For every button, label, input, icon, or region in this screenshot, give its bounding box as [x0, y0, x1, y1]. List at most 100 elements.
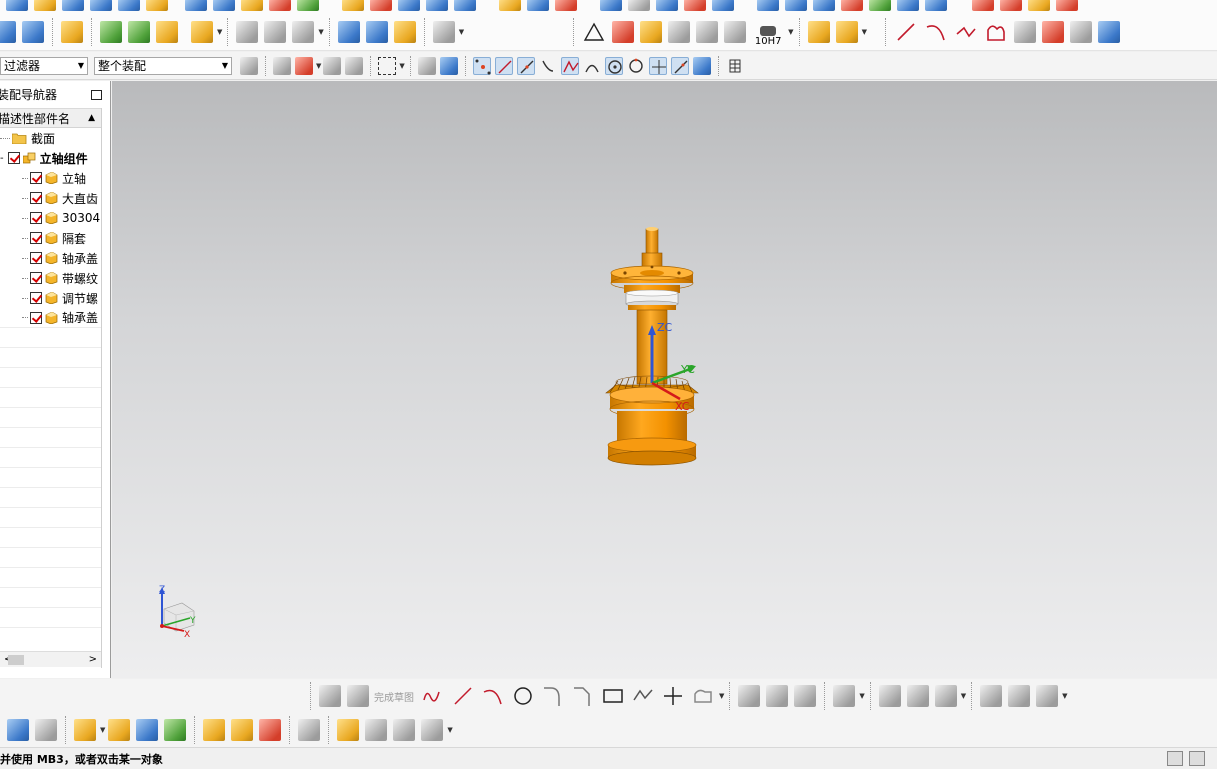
shaded-body-icon[interactable] [417, 56, 436, 75]
tree-item-section[interactable]: 截面 [0, 128, 101, 148]
toolbar-icon-26[interactable] [785, 0, 807, 11]
dropdown-arrow[interactable]: ▼ [788, 28, 793, 36]
dropdown-arrow[interactable]: ▼ [859, 692, 864, 700]
clearance-icon[interactable] [421, 719, 444, 741]
sheet-icon[interactable] [22, 20, 44, 43]
dropdown-arrow[interactable]: ▼ [447, 726, 452, 734]
visibility-checkbox[interactable] [30, 192, 42, 204]
scroll-right-icon[interactable]: > [89, 654, 97, 665]
toolbar-icon-30[interactable] [897, 0, 919, 11]
circle-center-icon[interactable] [604, 56, 623, 75]
tree-item-assembly[interactable]: - 立轴组件 [0, 148, 101, 168]
scrollbar-thumb[interactable] [8, 655, 24, 665]
maximize-icon[interactable] [91, 89, 102, 100]
toolbar-icon-3[interactable] [62, 0, 84, 11]
filter-reset-icon[interactable] [240, 56, 258, 75]
curve-edit-icon[interactable] [236, 20, 259, 43]
link-icon[interactable] [337, 719, 360, 741]
fillet-icon[interactable] [541, 684, 565, 708]
toolbar-icon-11[interactable] [297, 0, 319, 11]
cylinder-icon[interactable] [337, 20, 360, 43]
dimension-icon[interactable] [292, 20, 315, 43]
finish-sketch-flag-icon[interactable] [347, 685, 369, 707]
assembly-model[interactable]: ZC YC XC Z Y X [112, 81, 1217, 678]
horizontal-scrollbar[interactable]: < > [0, 651, 101, 667]
dropdown-arrow[interactable]: ▼ [100, 726, 105, 734]
arc-icon[interactable] [481, 684, 505, 708]
snap-icon[interactable] [323, 56, 342, 75]
visibility-checkbox[interactable] [30, 252, 42, 264]
grid-icon[interactable] [640, 20, 663, 43]
bearing-icon[interactable] [393, 20, 416, 43]
sort-up-icon[interactable]: ▲ [88, 113, 95, 123]
toolbar-icon-14[interactable] [398, 0, 420, 11]
toolbar-icon-33[interactable] [1000, 0, 1022, 11]
toolbar-icon-19[interactable] [555, 0, 577, 11]
toolbar-icon-16[interactable] [454, 0, 476, 11]
snap-point-icon[interactable] [472, 56, 491, 75]
point-icon[interactable] [661, 684, 685, 708]
control-point-icon[interactable] [539, 57, 557, 75]
array-component-icon[interactable] [164, 719, 187, 741]
feature-icon[interactable] [100, 20, 122, 43]
tree-item-part[interactable]: 轴承盖 [0, 248, 101, 268]
tree-item-part[interactable]: 隔套 [0, 228, 101, 248]
sequence-icon[interactable] [298, 719, 321, 741]
toolbar-icon-17[interactable] [499, 0, 521, 11]
offset-curve-icon[interactable] [1041, 20, 1064, 43]
box-icon[interactable] [156, 20, 178, 43]
visibility-checkbox[interactable] [30, 212, 42, 224]
mirror-icon[interactable] [833, 685, 856, 707]
offset-icon[interactable] [691, 684, 715, 708]
visibility-checkbox[interactable] [30, 172, 42, 184]
toolbar-icon-5[interactable] [118, 0, 140, 11]
polyline-icon[interactable] [631, 684, 655, 708]
toolbar-icon-13[interactable] [370, 0, 392, 11]
pad-icon[interactable] [61, 20, 83, 43]
dropdown-arrow[interactable]: ▼ [399, 62, 404, 70]
visibility-checkbox[interactable] [30, 272, 42, 284]
circle-icon[interactable] [511, 684, 535, 708]
toolbar-icon-4[interactable] [90, 0, 112, 11]
extend-icon[interactable] [766, 685, 789, 707]
layer-stack-icon[interactable] [0, 20, 16, 43]
dimension-icon[interactable] [878, 685, 901, 707]
visibility-checkbox[interactable] [7, 152, 20, 164]
add-component-icon[interactable] [74, 719, 96, 741]
intersection-point-icon[interactable] [560, 56, 579, 75]
measure-icon[interactable] [724, 20, 747, 43]
arc-center-icon[interactable] [583, 57, 601, 75]
auto-constraint-icon[interactable] [934, 685, 957, 707]
constraint-icon[interactable] [906, 685, 929, 707]
hammer-icon[interactable] [128, 20, 150, 43]
existing-point-icon[interactable] [648, 56, 667, 75]
bearing-30304[interactable] [625, 289, 679, 310]
corner-icon[interactable] [794, 685, 817, 707]
end-point-icon[interactable] [494, 56, 513, 75]
show-constraint-icon[interactable] [231, 719, 254, 741]
toolbar-icon-7[interactable] [185, 0, 207, 11]
grid-snap-icon[interactable] [726, 57, 744, 75]
toolbar-icon-34[interactable] [1028, 0, 1050, 11]
toolbar-icon-1[interactable] [6, 0, 28, 11]
sketch-icon[interactable] [319, 685, 341, 707]
visibility-checkbox[interactable] [30, 311, 42, 324]
dropdown-arrow[interactable]: ▼ [318, 28, 323, 36]
toolbar-icon-18[interactable] [527, 0, 549, 11]
wave-link-icon[interactable] [365, 719, 388, 741]
surface-icon[interactable] [264, 20, 287, 43]
constraint-icon[interactable] [835, 20, 858, 43]
trim-icon[interactable] [738, 685, 761, 707]
dropdown-arrow[interactable]: ▼ [316, 62, 321, 70]
tolerance-button[interactable]: 10H7 [751, 17, 785, 47]
toolbar-icon-32[interactable] [972, 0, 994, 11]
dropdown-arrow[interactable]: ▼ [961, 692, 966, 700]
toolbar-icon-20[interactable] [600, 0, 622, 11]
point-on-curve-icon[interactable] [670, 56, 689, 75]
assembly-navigator-icon[interactable] [7, 719, 29, 741]
profile-icon[interactable] [984, 20, 1008, 44]
exploded-view-icon[interactable] [259, 719, 282, 741]
tree-item-part[interactable]: 大直齿 [0, 188, 101, 208]
mid-point-icon[interactable] [516, 56, 535, 75]
tree-item-part[interactable]: 30304 [0, 208, 101, 228]
